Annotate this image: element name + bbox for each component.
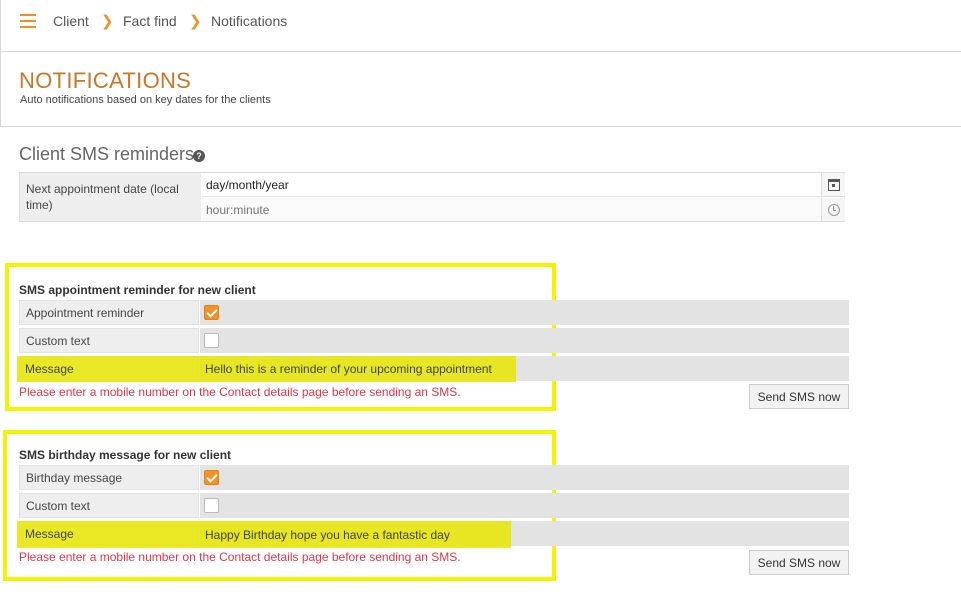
message-text[interactable]: Hello this is a reminder of your upcomin… bbox=[205, 362, 492, 376]
chevron-right-icon: ❯ bbox=[189, 13, 202, 30]
page-subtitle: Auto notifications based on key dates fo… bbox=[20, 94, 271, 106]
top-bar: Client ❯ Fact find ❯ Notifications bbox=[0, 0, 961, 52]
clock-icon bbox=[827, 203, 840, 216]
date-input[interactable] bbox=[202, 173, 820, 197]
time-input[interactable] bbox=[202, 198, 820, 221]
birthday-message-row bbox=[200, 465, 849, 490]
custom-text-checkbox[interactable] bbox=[204, 333, 219, 348]
custom-text-row bbox=[200, 493, 849, 518]
message-label-text: Message bbox=[25, 527, 74, 541]
appointment-reminder-checkbox[interactable] bbox=[204, 305, 219, 320]
birthday-message-label: Birthday message bbox=[19, 465, 199, 490]
send-sms-button[interactable]: Send SMS now bbox=[749, 550, 849, 575]
breadcrumb-notifications: Notifications bbox=[211, 13, 288, 29]
menu-icon[interactable] bbox=[20, 14, 36, 28]
next-appointment-field: Next appointment date (local time) bbox=[19, 172, 845, 222]
message-label-text: Message bbox=[25, 362, 74, 376]
page-header: NOTIFICATIONS Auto notifications based o… bbox=[0, 52, 961, 127]
sms-warning: Please enter a mobile number on the Cont… bbox=[19, 385, 461, 399]
section-title: Client SMS reminders bbox=[19, 144, 195, 164]
clock-button[interactable] bbox=[821, 198, 845, 221]
chevron-right-icon: ❯ bbox=[101, 13, 114, 30]
calendar-icon bbox=[827, 178, 840, 191]
section-heading: SMS birthday message for new client bbox=[19, 448, 232, 462]
custom-text-label: Custom text bbox=[19, 493, 199, 518]
appointment-reminder-row bbox=[200, 300, 849, 325]
section-heading: SMS appointment reminder for new client bbox=[19, 283, 256, 297]
breadcrumb-client[interactable]: Client bbox=[53, 13, 89, 29]
send-sms-button[interactable]: Send SMS now bbox=[749, 384, 849, 409]
custom-text-label: Custom text bbox=[19, 328, 199, 353]
custom-text-checkbox[interactable] bbox=[204, 498, 219, 513]
message-text[interactable]: Happy Birthday hope you have a fantastic… bbox=[205, 528, 450, 542]
birthday-message-checkbox[interactable] bbox=[204, 470, 219, 485]
next-appointment-label: Next appointment date (local time) bbox=[20, 173, 201, 221]
custom-text-row bbox=[200, 328, 849, 353]
sms-warning: Please enter a mobile number on the Cont… bbox=[19, 550, 461, 564]
breadcrumb-fact-find[interactable]: Fact find bbox=[123, 13, 177, 29]
page-title: NOTIFICATIONS bbox=[19, 68, 192, 93]
appointment-reminder-label: Appointment reminder bbox=[19, 300, 199, 325]
calendar-button[interactable] bbox=[821, 173, 845, 197]
help-icon[interactable]: ? bbox=[193, 150, 205, 162]
